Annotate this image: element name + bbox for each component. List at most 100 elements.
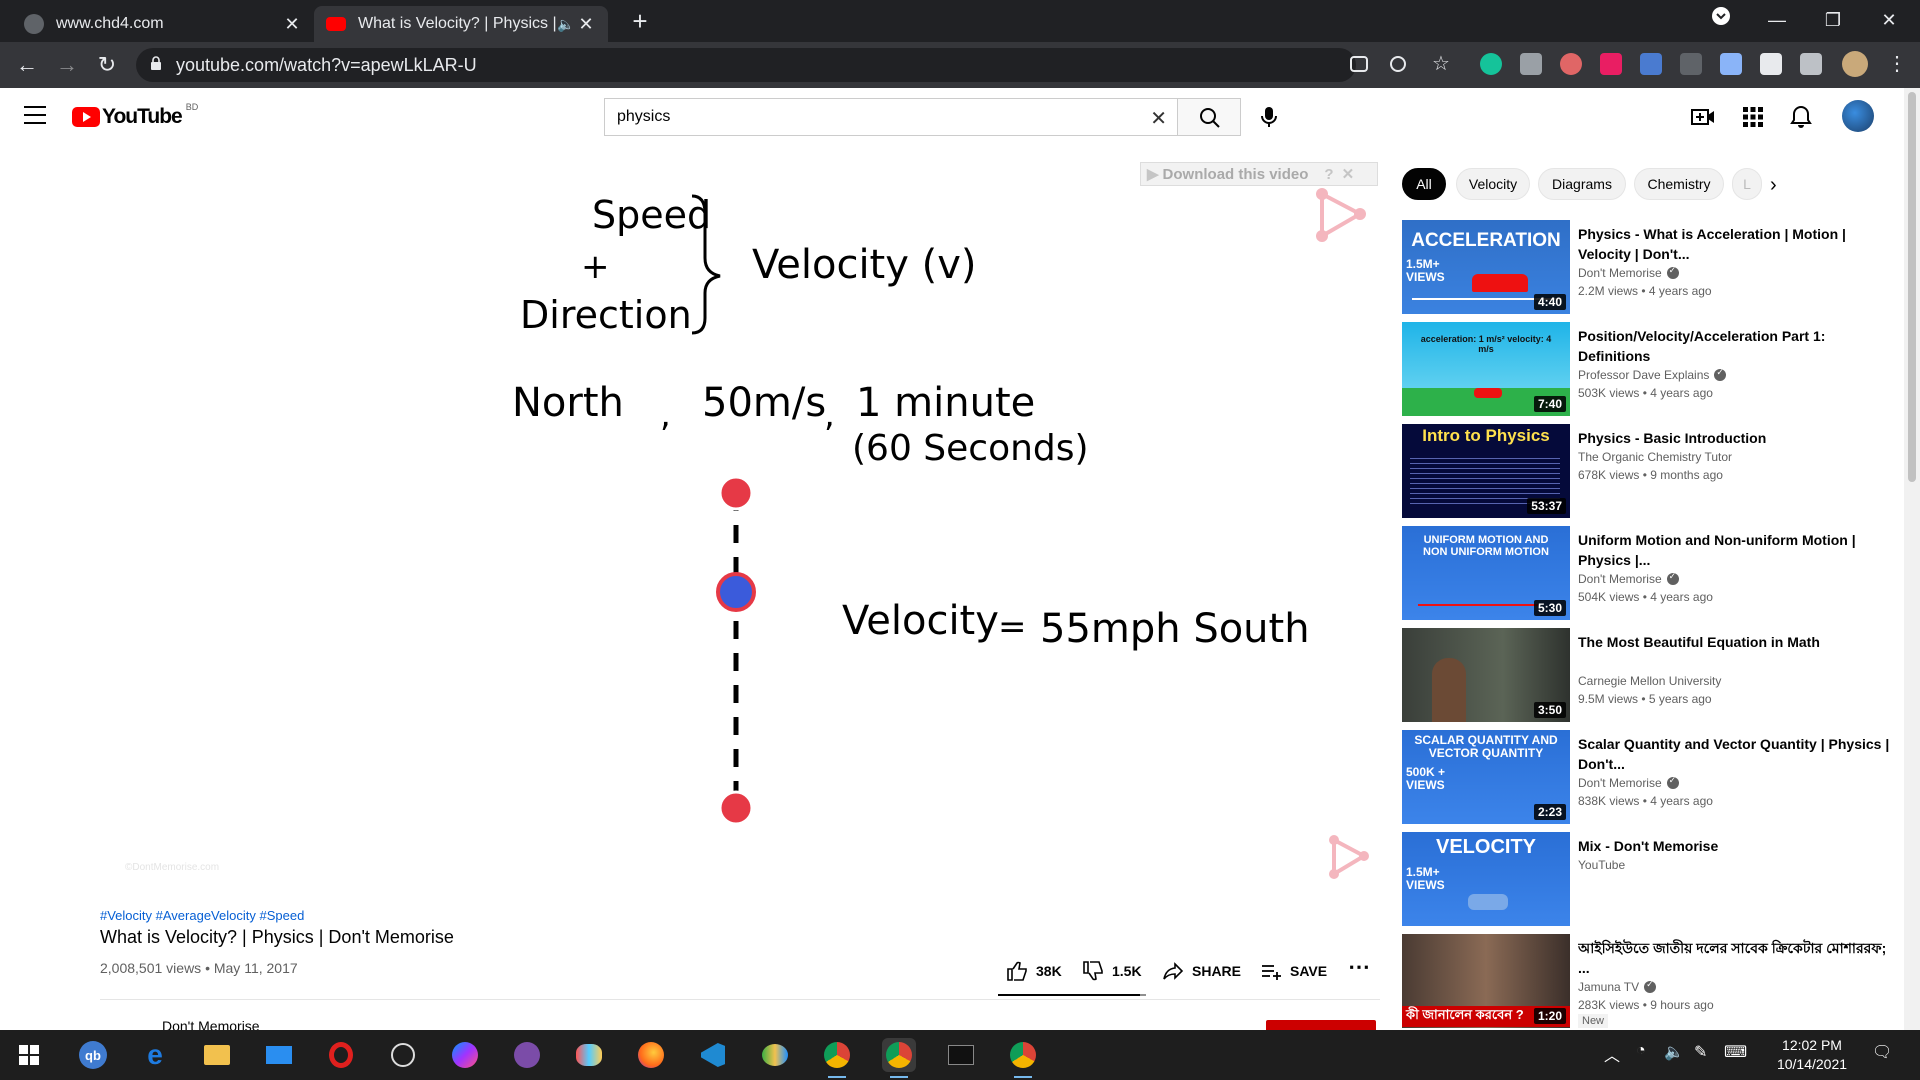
page-scrollbar[interactable] — [1904, 88, 1920, 1030]
minimize-window-button[interactable]: — — [1754, 0, 1800, 40]
recommendation-item[interactable]: ACCELERATION 1.5M+ VIEWS 4:40 Physics - … — [1402, 220, 1902, 316]
tab-youtube[interactable]: What is Velocity? | Physics | Don't Memo… — [314, 6, 608, 42]
chevron-right-icon[interactable]: › — [1770, 174, 1777, 197]
recommendation-item[interactable]: Intro to Physics 53:37 Physics - Basic I… — [1402, 424, 1902, 520]
forward-button[interactable]: → — [52, 50, 82, 80]
help-icon[interactable]: ? — [1324, 166, 1333, 183]
zoom-icon[interactable] — [1390, 56, 1406, 72]
earth-app-icon[interactable] — [758, 1038, 792, 1072]
video-thumbnail[interactable]: UNIFORM MOTION AND NON UNIFORM MOTION 5:… — [1402, 526, 1570, 620]
video-player[interactable]: Speed + Direction Velocity (v) North , 5… — [100, 168, 1380, 888]
show-hidden-icons-icon[interactable]: ︿ — [1604, 1042, 1620, 1066]
download-extension-icon[interactable] — [1640, 53, 1662, 75]
notification-center-icon[interactable]: 🗨 — [1872, 1042, 1892, 1062]
edge-icon[interactable]: e — [138, 1038, 172, 1072]
close-download-icon[interactable]: ✕ — [1342, 165, 1355, 183]
recommendation-title[interactable]: Physics - Basic Introduction — [1578, 428, 1898, 448]
grammarly-icon[interactable] — [1480, 53, 1502, 75]
recommendation-channel[interactable]: Professor Dave Explains — [1578, 367, 1727, 382]
close-tab-icon[interactable]: ✕ — [282, 14, 302, 35]
messenger-icon[interactable] — [448, 1038, 482, 1072]
vscode-icon[interactable] — [696, 1038, 730, 1072]
install-app-icon[interactable] — [1350, 56, 1368, 72]
mute-tab-icon[interactable]: 🔈 — [556, 16, 576, 33]
notifications-bell-icon[interactable] — [1788, 104, 1814, 130]
recommendation-item[interactable]: কী জানালেন করবেন ? 1:20 আইসিইউতে জাতীয় … — [1402, 934, 1902, 1030]
terminal-icon[interactable] — [944, 1038, 978, 1072]
recommendation-channel[interactable]: The Organic Chemistry Tutor — [1578, 450, 1732, 464]
chip-velocity[interactable]: Velocity — [1456, 168, 1530, 200]
chrome-profile-icon[interactable] — [1006, 1038, 1040, 1078]
chrome-icon[interactable] — [820, 1038, 854, 1078]
opera-icon[interactable] — [324, 1038, 358, 1072]
file-explorer-icon[interactable] — [200, 1038, 234, 1072]
recommendation-title[interactable]: আইসিইউতে জাতীয় দলের সাবেক ক্রিকেটার মোশ… — [1578, 938, 1898, 978]
satellite-app-icon[interactable] — [386, 1038, 420, 1072]
recommendation-channel[interactable]: Jamuna TV — [1578, 979, 1657, 994]
new-tab-button[interactable]: + — [624, 6, 656, 38]
recommendation-title[interactable]: Physics - What is Acceleration | Motion … — [1578, 224, 1898, 264]
recommendation-title[interactable]: Uniform Motion and Non-uniform Motion | … — [1578, 530, 1898, 570]
chip-all[interactable]: All — [1402, 168, 1446, 200]
github-desktop-icon[interactable] — [510, 1038, 544, 1072]
paint-app-icon[interactable] — [572, 1038, 606, 1072]
scrollbar-thumb[interactable] — [1908, 92, 1916, 482]
recommendation-item[interactable]: UNIFORM MOTION AND NON UNIFORM MOTION 5:… — [1402, 526, 1902, 622]
chip-chemistry[interactable]: Chemistry — [1634, 168, 1724, 200]
pen-workspace-icon[interactable]: ✎ — [1694, 1042, 1707, 1062]
reading-list-icon[interactable] — [1800, 53, 1822, 75]
video-thumbnail[interactable]: ACCELERATION 1.5M+ VIEWS 4:40 — [1402, 220, 1570, 314]
recommendation-channel[interactable]: Don't Memorise — [1578, 775, 1679, 790]
save-button[interactable]: SAVE — [1260, 960, 1327, 982]
clear-search-icon[interactable]: ✕ — [1150, 106, 1167, 131]
reload-button[interactable]: ↻ — [92, 50, 122, 80]
youtube-logo[interactable]: YouTube BD — [72, 102, 198, 129]
download-video-bar[interactable]: ▶ Download this video ? ✕ — [1140, 162, 1378, 186]
chip-more[interactable]: L — [1732, 168, 1762, 200]
mail-icon[interactable] — [262, 1038, 296, 1072]
hamburger-menu-icon[interactable] — [24, 106, 46, 124]
browser-menu-icon[interactable]: ⋮ — [1886, 53, 1908, 75]
apps-grid-icon[interactable] — [1740, 104, 1766, 130]
recommendation-item[interactable]: acceleration: 1 m/s² velocity: 4 m/s 7:4… — [1402, 322, 1902, 418]
video-thumbnail[interactable]: 3:50 — [1402, 628, 1570, 722]
tab-chd4[interactable]: www.chd4.com ✕ — [12, 6, 314, 42]
recommendation-title[interactable]: The Most Beautiful Equation in Math — [1578, 632, 1898, 652]
share-button[interactable]: SHARE — [1162, 960, 1241, 982]
like-button[interactable]: 38K — [1006, 960, 1062, 982]
video-thumbnail[interactable]: Intro to Physics 53:37 — [1402, 424, 1570, 518]
bookmark-star-icon[interactable]: ☆ — [1430, 53, 1452, 75]
recommendation-channel[interactable]: YouTube — [1578, 858, 1625, 872]
recommendation-item[interactable]: 3:50 The Most Beautiful Equation in Math… — [1402, 628, 1902, 724]
video-thumbnail[interactable]: SCALAR QUANTITY AND VECTOR QUANTITY 500K… — [1402, 730, 1570, 824]
play-extension-icon[interactable] — [1600, 53, 1622, 75]
recommendation-title[interactable]: Scalar Quantity and Vector Quantity | Ph… — [1578, 734, 1898, 774]
qbittorrent-icon[interactable]: qb — [76, 1038, 110, 1072]
chip-diagrams[interactable]: Diagrams — [1538, 168, 1626, 200]
profile-avatar-icon[interactable] — [1842, 51, 1868, 77]
volume-icon[interactable]: 🔈 — [1664, 1042, 1684, 1062]
firefox-icon[interactable] — [634, 1038, 668, 1072]
keyboard-icon[interactable]: ⌨ — [1724, 1042, 1747, 1062]
network-icon[interactable]: ◔ — [1636, 1042, 1646, 1060]
video-thumbnail[interactable]: কী জানালেন করবেন ? 1:20 — [1402, 934, 1570, 1028]
address-bar[interactable]: youtube.com/watch?v=apewLkLAR-U — [136, 48, 1356, 82]
pen-extension-icon[interactable] — [1720, 53, 1742, 75]
maximize-window-button[interactable]: ❐ — [1810, 0, 1856, 40]
toggle-extension-icon[interactable] — [1680, 53, 1702, 75]
recommendation-title[interactable]: Position/Velocity/Acceleration Part 1: D… — [1578, 326, 1898, 366]
microphone-icon[interactable] — [1254, 102, 1284, 132]
recommendation-title[interactable]: Mix - Don't Memorise — [1578, 836, 1898, 856]
taskbar-clock[interactable]: 12:02 PM 10/14/2021 — [1765, 1036, 1859, 1074]
video-thumbnail[interactable]: acceleration: 1 m/s² velocity: 4 m/s 7:4… — [1402, 322, 1570, 416]
recommendation-channel[interactable]: Don't Memorise — [1578, 265, 1679, 280]
search-button[interactable] — [1177, 98, 1241, 136]
recommendation-channel[interactable]: Carnegie Mellon University — [1578, 674, 1721, 688]
video-hashtags[interactable]: #Velocity #AverageVelocity #Speed — [100, 908, 304, 923]
account-avatar[interactable] — [1842, 100, 1874, 132]
tab-search-icon[interactable] — [1698, 0, 1744, 40]
back-button[interactable]: ← — [12, 50, 42, 80]
video-thumbnail[interactable]: VELOCITY 1.5M+ VIEWS — [1402, 832, 1570, 926]
dislike-button[interactable]: 1.5K — [1082, 960, 1142, 982]
close-tab-icon[interactable]: ✕ — [576, 14, 596, 35]
